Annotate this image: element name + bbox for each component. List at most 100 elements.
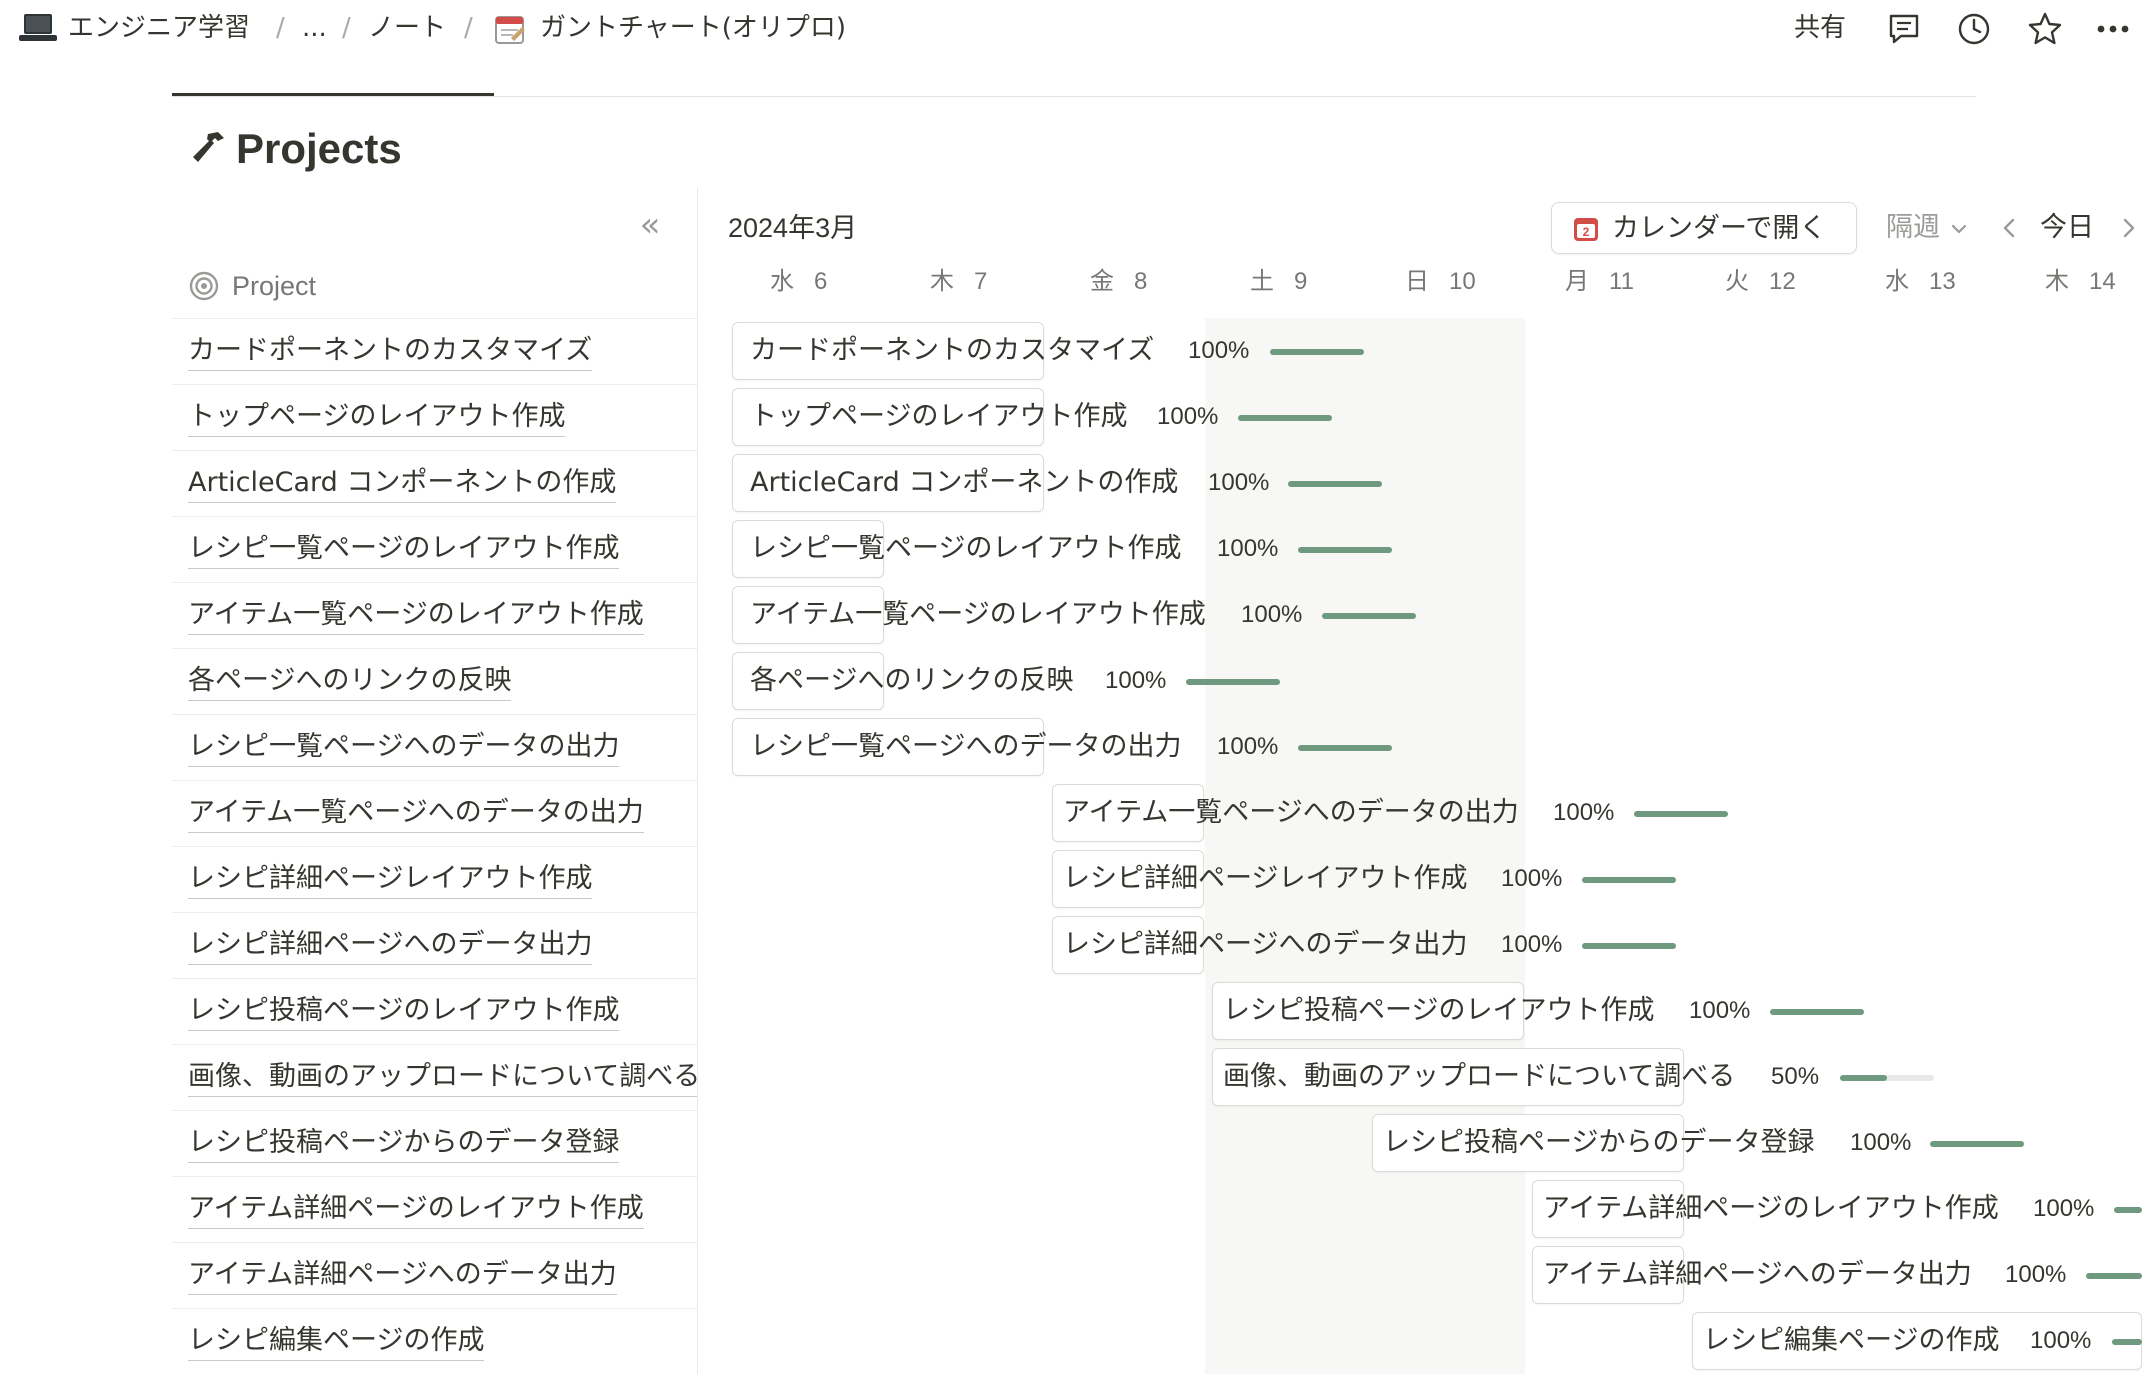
project-row[interactable]: カードポーネントのカスタマイズ (172, 318, 697, 384)
project-name[interactable]: レシピ詳細ページへのデータ出力 (188, 925, 593, 965)
timeline-bar-label: アイテム詳細ページへのデータ出力 (1543, 1259, 1972, 1290)
project-name[interactable]: レシピ一覧ページのレイアウト作成 (188, 529, 620, 569)
day-of-week: 金 (1090, 268, 1114, 295)
timeline-bar-label: カードポーネントのカスタマイズ (750, 335, 1155, 366)
project-name[interactable]: アイテム一覧ページへのデータの出力 (188, 793, 644, 833)
project-row[interactable]: レシピ詳細ページレイアウト作成 (172, 846, 697, 912)
project-row[interactable]: レシピ一覧ページのレイアウト作成 (172, 516, 697, 582)
progress-percent: 100% (1157, 403, 1219, 430)
star-icon[interactable] (2026, 10, 2064, 48)
project-name[interactable]: アイテム詳細ページへのデータ出力 (188, 1255, 617, 1295)
project-row[interactable]: レシピ一覧ページへのデータの出力 (172, 714, 697, 780)
progress-fill (1930, 1141, 2024, 1147)
laptop-icon (19, 14, 57, 41)
day-label: 水6 (770, 264, 827, 300)
project-row[interactable]: アイテム詳細ページへのデータ出力 (172, 1242, 697, 1308)
calendar-icon: 2 (1574, 218, 1598, 241)
open-in-calendar-button[interactable]: 2 カレンダーで開く (1551, 202, 1857, 254)
project-name[interactable]: アイテム詳細ページのレイアウト作成 (188, 1189, 644, 1229)
active-view-tab-indicator[interactable] (172, 93, 494, 96)
timeline-bar-label: ArticleCard コンポーネントの作成 (750, 467, 1179, 498)
project-row[interactable]: アイテム詳細ページのレイアウト作成 (172, 1176, 697, 1242)
collapse-table-button[interactable]: « (632, 208, 668, 246)
timeline-bar-label: 画像、動画のアップロードについて調べる (1223, 1061, 1736, 1092)
project-row[interactable]: レシピ投稿ページのレイアウト作成 (172, 978, 697, 1044)
progress-fill (1288, 481, 1382, 487)
more-icon[interactable] (2094, 10, 2132, 48)
progress-fill (1770, 1009, 1864, 1015)
timeline-bar-label: レシピ詳細ページレイアウト作成 (1063, 863, 1468, 894)
progress-bar (1322, 613, 1416, 619)
breadcrumb-page[interactable]: ガントチャート(オリプロ) (540, 10, 846, 46)
day-of-week: 月 (1565, 268, 1589, 295)
project-row[interactable]: 画像、動画のアップロードについて調べる (172, 1044, 697, 1110)
progress-percent: 100% (2030, 1327, 2092, 1354)
progress-percent: 100% (1217, 535, 1279, 562)
project-row[interactable]: トップページのレイアウト作成 (172, 384, 697, 450)
progress-percent: 100% (2005, 1261, 2067, 1288)
project-row[interactable]: レシピ投稿ページからのデータ登録 (172, 1110, 697, 1176)
day-label: 月 11 (1565, 264, 1634, 300)
project-name[interactable]: カードポーネントのカスタマイズ (188, 331, 593, 371)
share-button[interactable]: 共有 (1794, 8, 1846, 48)
project-name[interactable]: レシピ投稿ページのレイアウト作成 (188, 991, 620, 1031)
progress-fill (1270, 349, 1364, 355)
clock-icon[interactable] (1955, 10, 1993, 48)
progress-percent: 100% (1188, 337, 1250, 364)
progress-bar (1288, 481, 1382, 487)
project-row[interactable]: レシピ詳細ページへのデータ出力 (172, 912, 697, 978)
project-name[interactable]: 画像、動画のアップロードについて調べる (188, 1057, 697, 1097)
day-of-week: 木 (2045, 268, 2069, 295)
open-in-calendar-label: カレンダーで開く (1612, 213, 1827, 244)
day-label: 金8 (1090, 264, 1147, 300)
day-number: 7 (974, 268, 988, 295)
project-name[interactable]: トップページのレイアウト作成 (188, 397, 566, 437)
table-divider[interactable] (697, 188, 698, 1374)
project-name[interactable]: レシピ投稿ページからのデータ登録 (188, 1123, 620, 1163)
project-column-header[interactable]: Project (232, 266, 316, 306)
progress-bar (1238, 415, 1332, 421)
project-name[interactable]: 各ページへのリンクの反映 (188, 661, 512, 701)
breadcrumb-workspace[interactable]: エンジニア学習 (68, 10, 250, 46)
project-name[interactable]: レシピ一覧ページへのデータの出力 (188, 727, 620, 767)
project-name[interactable]: アイテム一覧ページのレイアウト作成 (188, 595, 644, 635)
month-label: 2024年3月 (728, 213, 858, 243)
project-row[interactable]: 各ページへのリンクの反映 (172, 648, 697, 714)
breadcrumb-ellipsis[interactable]: ... (302, 10, 327, 46)
project-name[interactable]: ArticleCard コンポーネントの作成 (188, 463, 617, 503)
timeline-bar-label: アイテム詳細ページのレイアウト作成 (1543, 1193, 1999, 1224)
progress-percent: 50% (1771, 1063, 1820, 1090)
range-select[interactable]: 隔週 (1886, 208, 1940, 248)
day-of-week: 火 (1725, 268, 1749, 295)
timeline-bar-label: レシピ一覧ページのレイアウト作成 (750, 533, 1182, 564)
project-row[interactable]: アイテム一覧ページのレイアウト作成 (172, 582, 697, 648)
timeline-bar-label: レシピ投稿ページのレイアウト作成 (1223, 995, 1655, 1026)
chevron-left-icon[interactable] (1998, 214, 2020, 242)
day-number: 12 (1769, 268, 1796, 295)
progress-fill (1238, 415, 1332, 421)
progress-percent: 100% (1501, 865, 1563, 892)
timeline-bar-label: アイテム一覧ページのレイアウト作成 (750, 599, 1206, 630)
chevron-down-icon[interactable] (1948, 218, 1970, 240)
breadcrumb-separator: / (342, 13, 351, 43)
project-row[interactable]: ArticleCard コンポーネントの作成 (172, 450, 697, 516)
day-label: 水 13 (1885, 264, 1956, 300)
progress-fill (2114, 1207, 2142, 1213)
progress-fill (1298, 745, 1392, 751)
progress-bar (1634, 811, 1728, 817)
today-button[interactable]: 今日 (2040, 208, 2094, 248)
progress-fill (2086, 1273, 2142, 1279)
target-icon (189, 271, 219, 301)
comment-icon[interactable] (1885, 10, 1923, 48)
chevron-right-icon[interactable] (2118, 214, 2140, 242)
project-name[interactable]: レシピ詳細ページレイアウト作成 (188, 859, 593, 899)
project-row[interactable]: アイテム一覧ページへのデータの出力 (172, 780, 697, 846)
top-bar: エンジニア学習 / ... / ノート / ガントチャート(オリプロ) 共有 (0, 0, 2142, 58)
timeline-bar-label: レシピ一覧ページへのデータの出力 (750, 731, 1182, 762)
timeline-bar-label: トップページのレイアウト作成 (750, 401, 1128, 432)
day-label: 日 10 (1405, 264, 1476, 300)
progress-percent: 100% (1553, 799, 1615, 826)
project-name[interactable]: レシピ編集ページの作成 (188, 1321, 485, 1361)
breadcrumb-parent[interactable]: ノート (368, 10, 446, 46)
project-row[interactable]: レシピ編集ページの作成 (172, 1308, 697, 1374)
